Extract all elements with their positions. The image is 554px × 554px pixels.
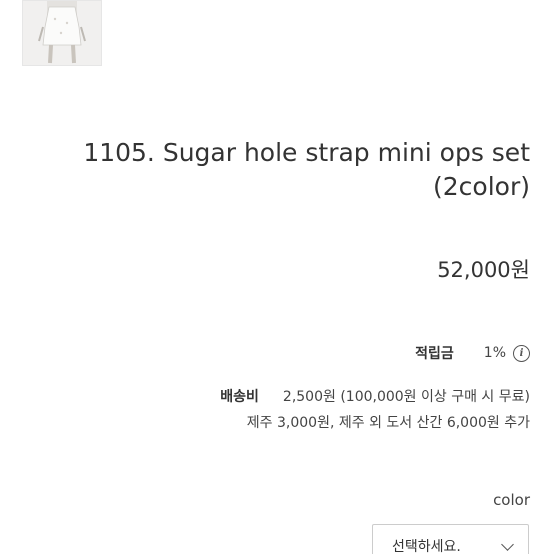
- product-title: 1105. Sugar hole strap mini ops set (2co…: [83, 138, 530, 201]
- product-thumbnail-image: [23, 1, 101, 65]
- points-row: 적립금 1% i: [415, 341, 530, 365]
- shipping-extra-note: 제주 3,000원, 제주 외 도서 산간 6,000원 추가: [246, 415, 530, 431]
- color-select-value: 선택하세요.: [392, 539, 461, 554]
- product-thumbnail[interactable]: [22, 0, 102, 66]
- points-label: 적립금: [415, 346, 454, 362]
- product-detail-page: 1105. Sugar hole strap mini ops set (2co…: [0, 0, 554, 554]
- info-icon[interactable]: i: [513, 344, 530, 362]
- shipping-label: 배송비: [220, 389, 259, 405]
- shipping-row: 배송비 2,500원 (100,000원 이상 구매 시 무료) 제주 3,00…: [130, 386, 530, 434]
- shipping-fee: 2,500원 (100,000원 이상 구매 시 무료): [282, 389, 530, 405]
- points-value: 1%: [483, 345, 506, 361]
- color-select[interactable]: 선택하세요.: [372, 524, 529, 554]
- product-price: 52,000원: [437, 258, 530, 282]
- option-label-color: color: [493, 491, 530, 509]
- chevron-down-icon: [501, 537, 514, 551]
